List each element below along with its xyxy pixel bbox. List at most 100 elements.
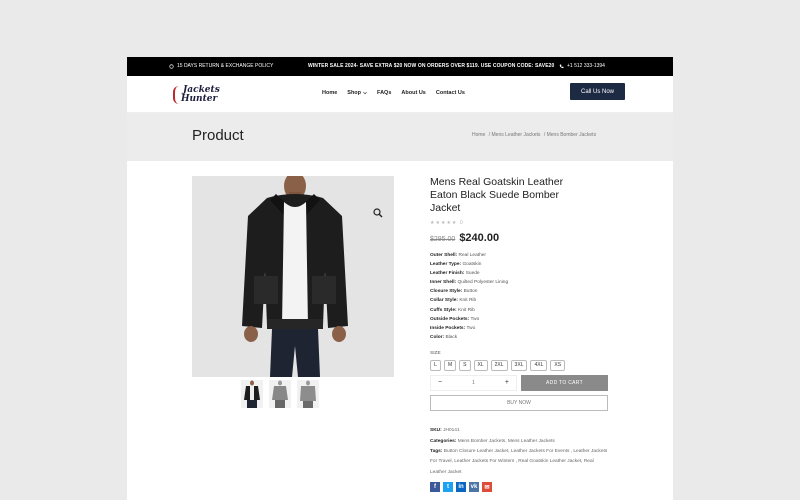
breadcrumb: Home / Mens Leather Jackets / Mens Bombe… xyxy=(472,132,598,138)
breadcrumb-category[interactable]: / Mens Leather Jackets xyxy=(489,132,541,138)
phone[interactable]: +1 512 333-1394 xyxy=(559,63,605,69)
product-thumbnails xyxy=(241,380,319,408)
rating-count: 0 xyxy=(459,220,464,226)
spec-label: Leather Finish: xyxy=(430,271,465,277)
spec-value: Two xyxy=(470,316,480,322)
phone-number: +1 512 333-1394 xyxy=(567,63,605,69)
spec-label: Color: xyxy=(430,334,445,340)
product-main-image[interactable] xyxy=(192,176,394,377)
spec-label: Cuffs Style: xyxy=(430,307,457,313)
spec-value: Knit Rib xyxy=(458,307,475,313)
spec-value: Goatskin xyxy=(462,262,482,268)
spec-row: Inner Shell: Quilted Polyester Lining xyxy=(430,278,610,287)
sku-row: SKU: JH0141 xyxy=(430,425,608,436)
return-policy: 15 DAYS RETURN & EXCHANGE POLICY xyxy=(169,63,273,69)
nav-faqs[interactable]: FAQs xyxy=(377,90,391,96)
spec-value: Quilted Polyester Lining xyxy=(457,280,509,286)
qty-minus-button[interactable]: − xyxy=(438,379,442,386)
size-options: L M S XL 2XL 3XL 4XL XS xyxy=(430,359,610,371)
main-nav: Home Shop FAQs About Us Contact Us xyxy=(322,90,465,96)
quantity-input[interactable]: 1 xyxy=(472,380,475,386)
size-option-4xl[interactable]: 4XL xyxy=(530,359,548,371)
phone-icon xyxy=(559,64,564,68)
spec-list: Outer Shell: Real Leather Leather Type: … xyxy=(430,251,610,342)
thumbnail-2[interactable] xyxy=(269,380,291,408)
size-option-xs[interactable]: XS xyxy=(550,359,566,371)
spec-row: Cuffs Style: Knit Rib xyxy=(430,306,610,315)
thumbnail-1[interactable] xyxy=(241,380,263,408)
nav-home[interactable]: Home xyxy=(322,90,337,96)
breadcrumb-home[interactable]: Home xyxy=(472,132,485,138)
spec-value: Knit Rib xyxy=(459,298,477,304)
site-logo[interactable]: Jackets Hunter xyxy=(173,85,221,107)
nav-contact[interactable]: Contact Us xyxy=(436,90,465,96)
spec-row: Color: Black xyxy=(430,333,610,342)
spec-row: Closure Style: Button xyxy=(430,287,610,296)
sku-label: SKU: xyxy=(430,427,442,433)
tags-row: Tags: Button Closure Leather Jacket, Lea… xyxy=(430,447,608,479)
spec-row: Inside Pockets: Two xyxy=(430,324,610,333)
page-title: Product xyxy=(192,127,244,144)
spec-label: Closure Style: xyxy=(430,289,463,295)
chevron-down-icon xyxy=(363,91,367,95)
tags-links[interactable]: Button Closure Leather Jacket, Leather J… xyxy=(430,449,607,475)
spec-label: Inner Shell: xyxy=(430,280,457,286)
return-policy-text: 15 DAYS RETURN & EXCHANGE POLICY xyxy=(177,63,274,69)
old-price: $295.00 xyxy=(430,236,456,243)
nav-shop[interactable]: Shop xyxy=(347,90,367,96)
star-rating-icon: ★★★★★ xyxy=(430,220,458,226)
size-label: SIZE xyxy=(430,350,441,356)
vk-icon[interactable]: vk xyxy=(469,482,479,493)
spec-label: Leather Type: xyxy=(430,262,462,268)
nav-about[interactable]: About Us xyxy=(401,90,425,96)
size-option-xl[interactable]: XL xyxy=(473,359,488,371)
spec-label: Collar Style: xyxy=(430,298,458,304)
email-icon[interactable]: ✉ xyxy=(482,482,492,493)
size-option-l[interactable]: L xyxy=(430,359,441,371)
linkedin-icon[interactable]: in xyxy=(456,482,466,493)
rating[interactable]: ★★★★★ 0 xyxy=(430,220,610,226)
product-meta: SKU: JH0141 Categories: Mens Bomber Jack… xyxy=(430,425,608,479)
spec-label: Inside Pockets: xyxy=(430,325,466,331)
twitter-icon[interactable]: t xyxy=(443,482,453,493)
promo-text: WINTER SALE 2024- SAVE EXTRA $20 NOW ON … xyxy=(308,63,555,69)
spec-value: Button xyxy=(463,289,478,295)
size-option-s[interactable]: S xyxy=(459,359,471,371)
buy-now-button[interactable]: BUY NOW xyxy=(430,394,608,411)
zoom-icon[interactable] xyxy=(373,205,383,218)
tags-label: Tags: xyxy=(430,448,443,454)
sale-price: $240.00 xyxy=(459,232,500,244)
spec-row: Outer Shell: Real Leather xyxy=(430,251,610,260)
spec-value: Black xyxy=(445,334,458,340)
spec-row: Outside Pockets: Two xyxy=(430,315,610,324)
product-details: Mens Real Goatskin Leather Eaton Black S… xyxy=(430,176,610,493)
product-page: 15 DAYS RETURN & EXCHANGE POLICY WINTER … xyxy=(127,57,673,500)
call-us-button[interactable]: Call Us Now xyxy=(570,83,625,100)
categories-links[interactable]: Mens Bomber Jackets, Mens Leather Jacket… xyxy=(458,439,555,444)
refresh-icon xyxy=(169,63,174,69)
top-announcement-bar: 15 DAYS RETURN & EXCHANGE POLICY WINTER … xyxy=(127,57,673,76)
qty-plus-button[interactable]: + xyxy=(505,379,509,386)
quantity-stepper: − 1 + xyxy=(430,374,517,391)
logo-text-line2: Hunter xyxy=(181,94,218,104)
spec-label: Outer Shell: xyxy=(430,253,458,258)
spec-row: Leather Type: Goatskin xyxy=(430,260,610,269)
spec-row: Collar Style: Knit Rib xyxy=(430,296,610,305)
cart-row: − 1 + ADD TO CART xyxy=(430,374,610,391)
breadcrumb-subcategory[interactable]: / Mens Bomber Jackets xyxy=(544,132,596,138)
spec-label: Outside Pockets: xyxy=(430,316,470,322)
spec-row: Leather Finish: Suede xyxy=(430,269,610,278)
size-option-m[interactable]: M xyxy=(444,359,457,371)
facebook-icon[interactable]: f xyxy=(430,482,440,493)
categories-row: Categories: Mens Bomber Jackets, Mens Le… xyxy=(430,436,608,447)
thumbnail-3[interactable] xyxy=(297,380,319,408)
product-title: Mens Real Goatskin Leather Eaton Black S… xyxy=(430,176,564,214)
size-option-2xl[interactable]: 2XL xyxy=(490,359,508,371)
spec-value: Two xyxy=(466,325,476,331)
categories-label: Categories: xyxy=(430,438,457,444)
size-option-3xl[interactable]: 3XL xyxy=(510,359,528,371)
product-photo xyxy=(192,176,394,377)
share-buttons: f t in vk ✉ xyxy=(430,482,610,493)
spec-value: Suede xyxy=(465,271,480,277)
add-to-cart-button[interactable]: ADD TO CART xyxy=(521,374,608,391)
